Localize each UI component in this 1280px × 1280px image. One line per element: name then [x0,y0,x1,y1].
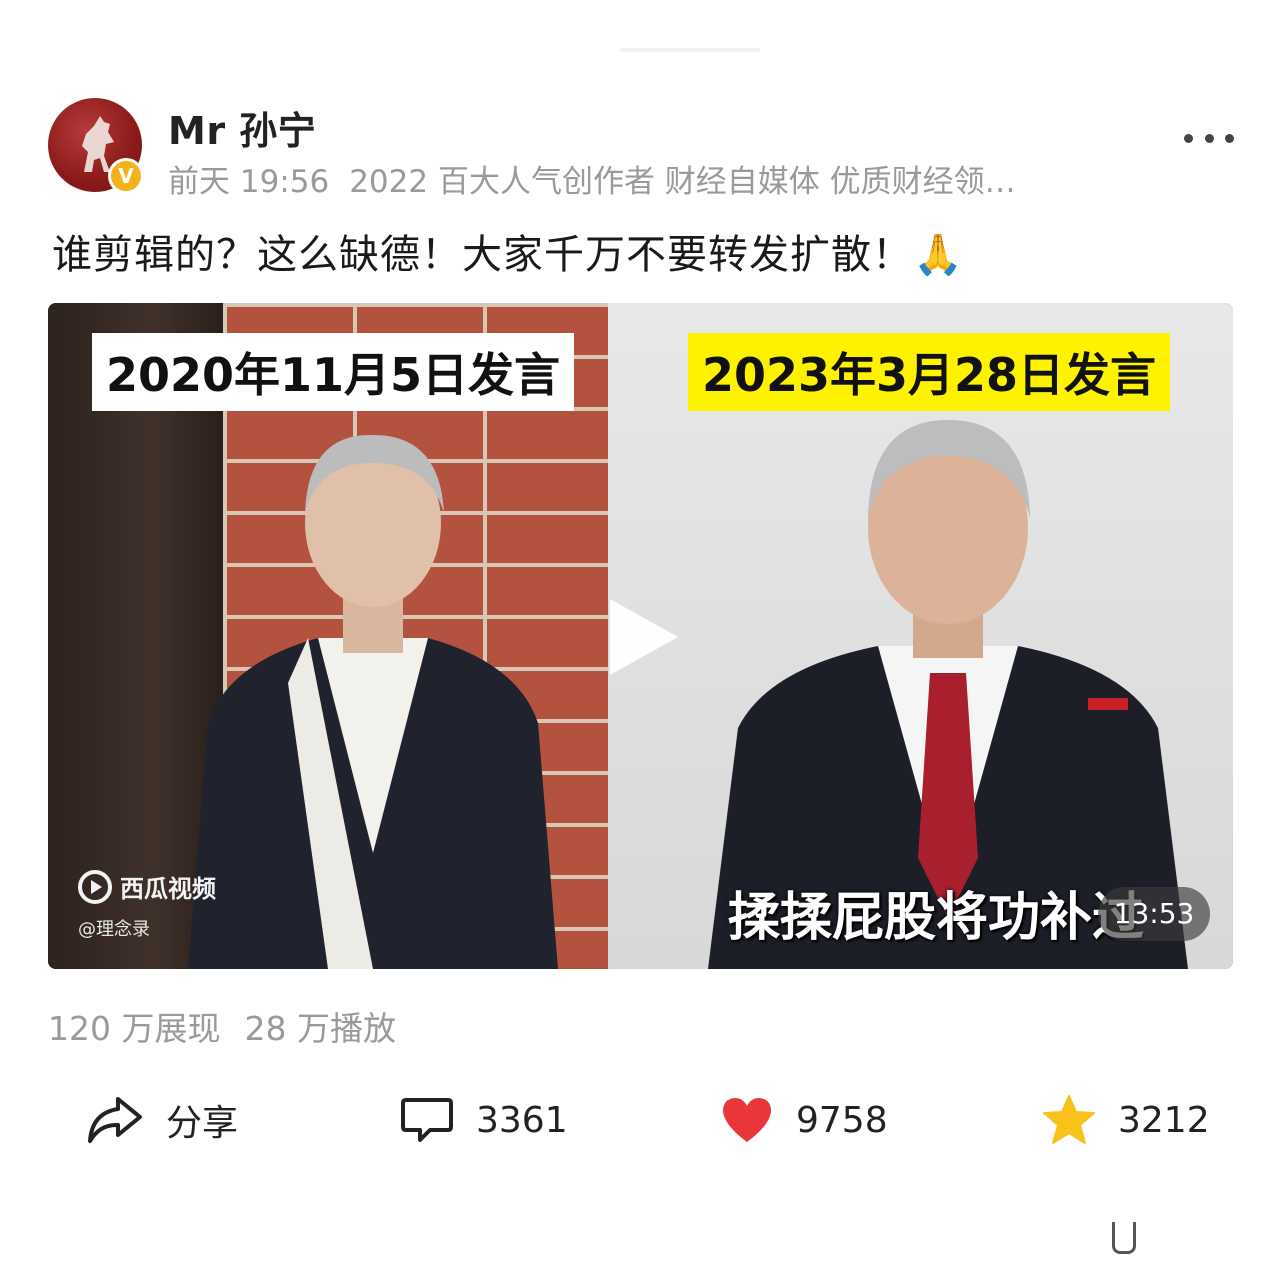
video-player[interactable]: 2020年11月5日发言 2023年3月28日发言 西瓜视频 @理念录 揉揉屁股… [48,303,1233,969]
watermark-handle: @理念录 [78,919,150,940]
author-description: 2022 百大人气创作者 财经自媒体 优质财经领… [349,164,1016,200]
comment-count: 3361 [476,1099,568,1141]
more-icon[interactable] [1184,126,1234,150]
comment-button[interactable]: 3361 [400,1088,568,1152]
speaker-left-figure [188,434,558,969]
share-button[interactable]: 分享 [86,1088,238,1152]
post-stats: 120 万展现 28 万播放 [48,1002,420,1050]
xigua-icon [78,869,112,904]
plays-count: 28 万播放 [244,1009,396,1048]
action-bar: 分享 3361 9758 3212 [0,1088,1280,1152]
watermark-logo-text: 西瓜视频 [120,875,216,903]
post-meta: 前天 19:56 2022 百大人气创作者 财经自媒体 优质财经领… [168,156,1036,201]
video-subtitle: 揉揉屁股将功补过 [728,888,1145,948]
post-text: 谁剪辑的？这么缺德！大家千万不要转发扩散！🙏 [52,232,964,278]
play-icon[interactable] [610,599,678,675]
right-caption: 2023年3月28日发言 [688,333,1171,411]
like-button[interactable]: 9758 [720,1088,888,1152]
author-name[interactable]: Mr 孙宁 [168,100,316,155]
watermark-logo: 西瓜视频 [78,869,216,904]
share-icon [88,1097,142,1143]
left-caption: 2020年11月5日发言 [92,333,575,411]
star-icon [1043,1095,1095,1144]
top-handle [620,48,760,52]
favorite-button[interactable]: 3212 [1042,1088,1210,1152]
like-count: 9758 [796,1099,888,1141]
video-duration: 13:53 [1098,887,1210,941]
post-time: 前天 19:56 [168,164,330,200]
favorite-count: 3212 [1118,1099,1210,1141]
home-indicator [1112,1222,1136,1254]
verified-badge-icon: V [108,158,144,194]
heart-icon [723,1098,771,1142]
impressions-count: 120 万展现 [48,1009,221,1048]
share-label: 分享 [166,1103,239,1144]
comment-icon [401,1098,453,1142]
